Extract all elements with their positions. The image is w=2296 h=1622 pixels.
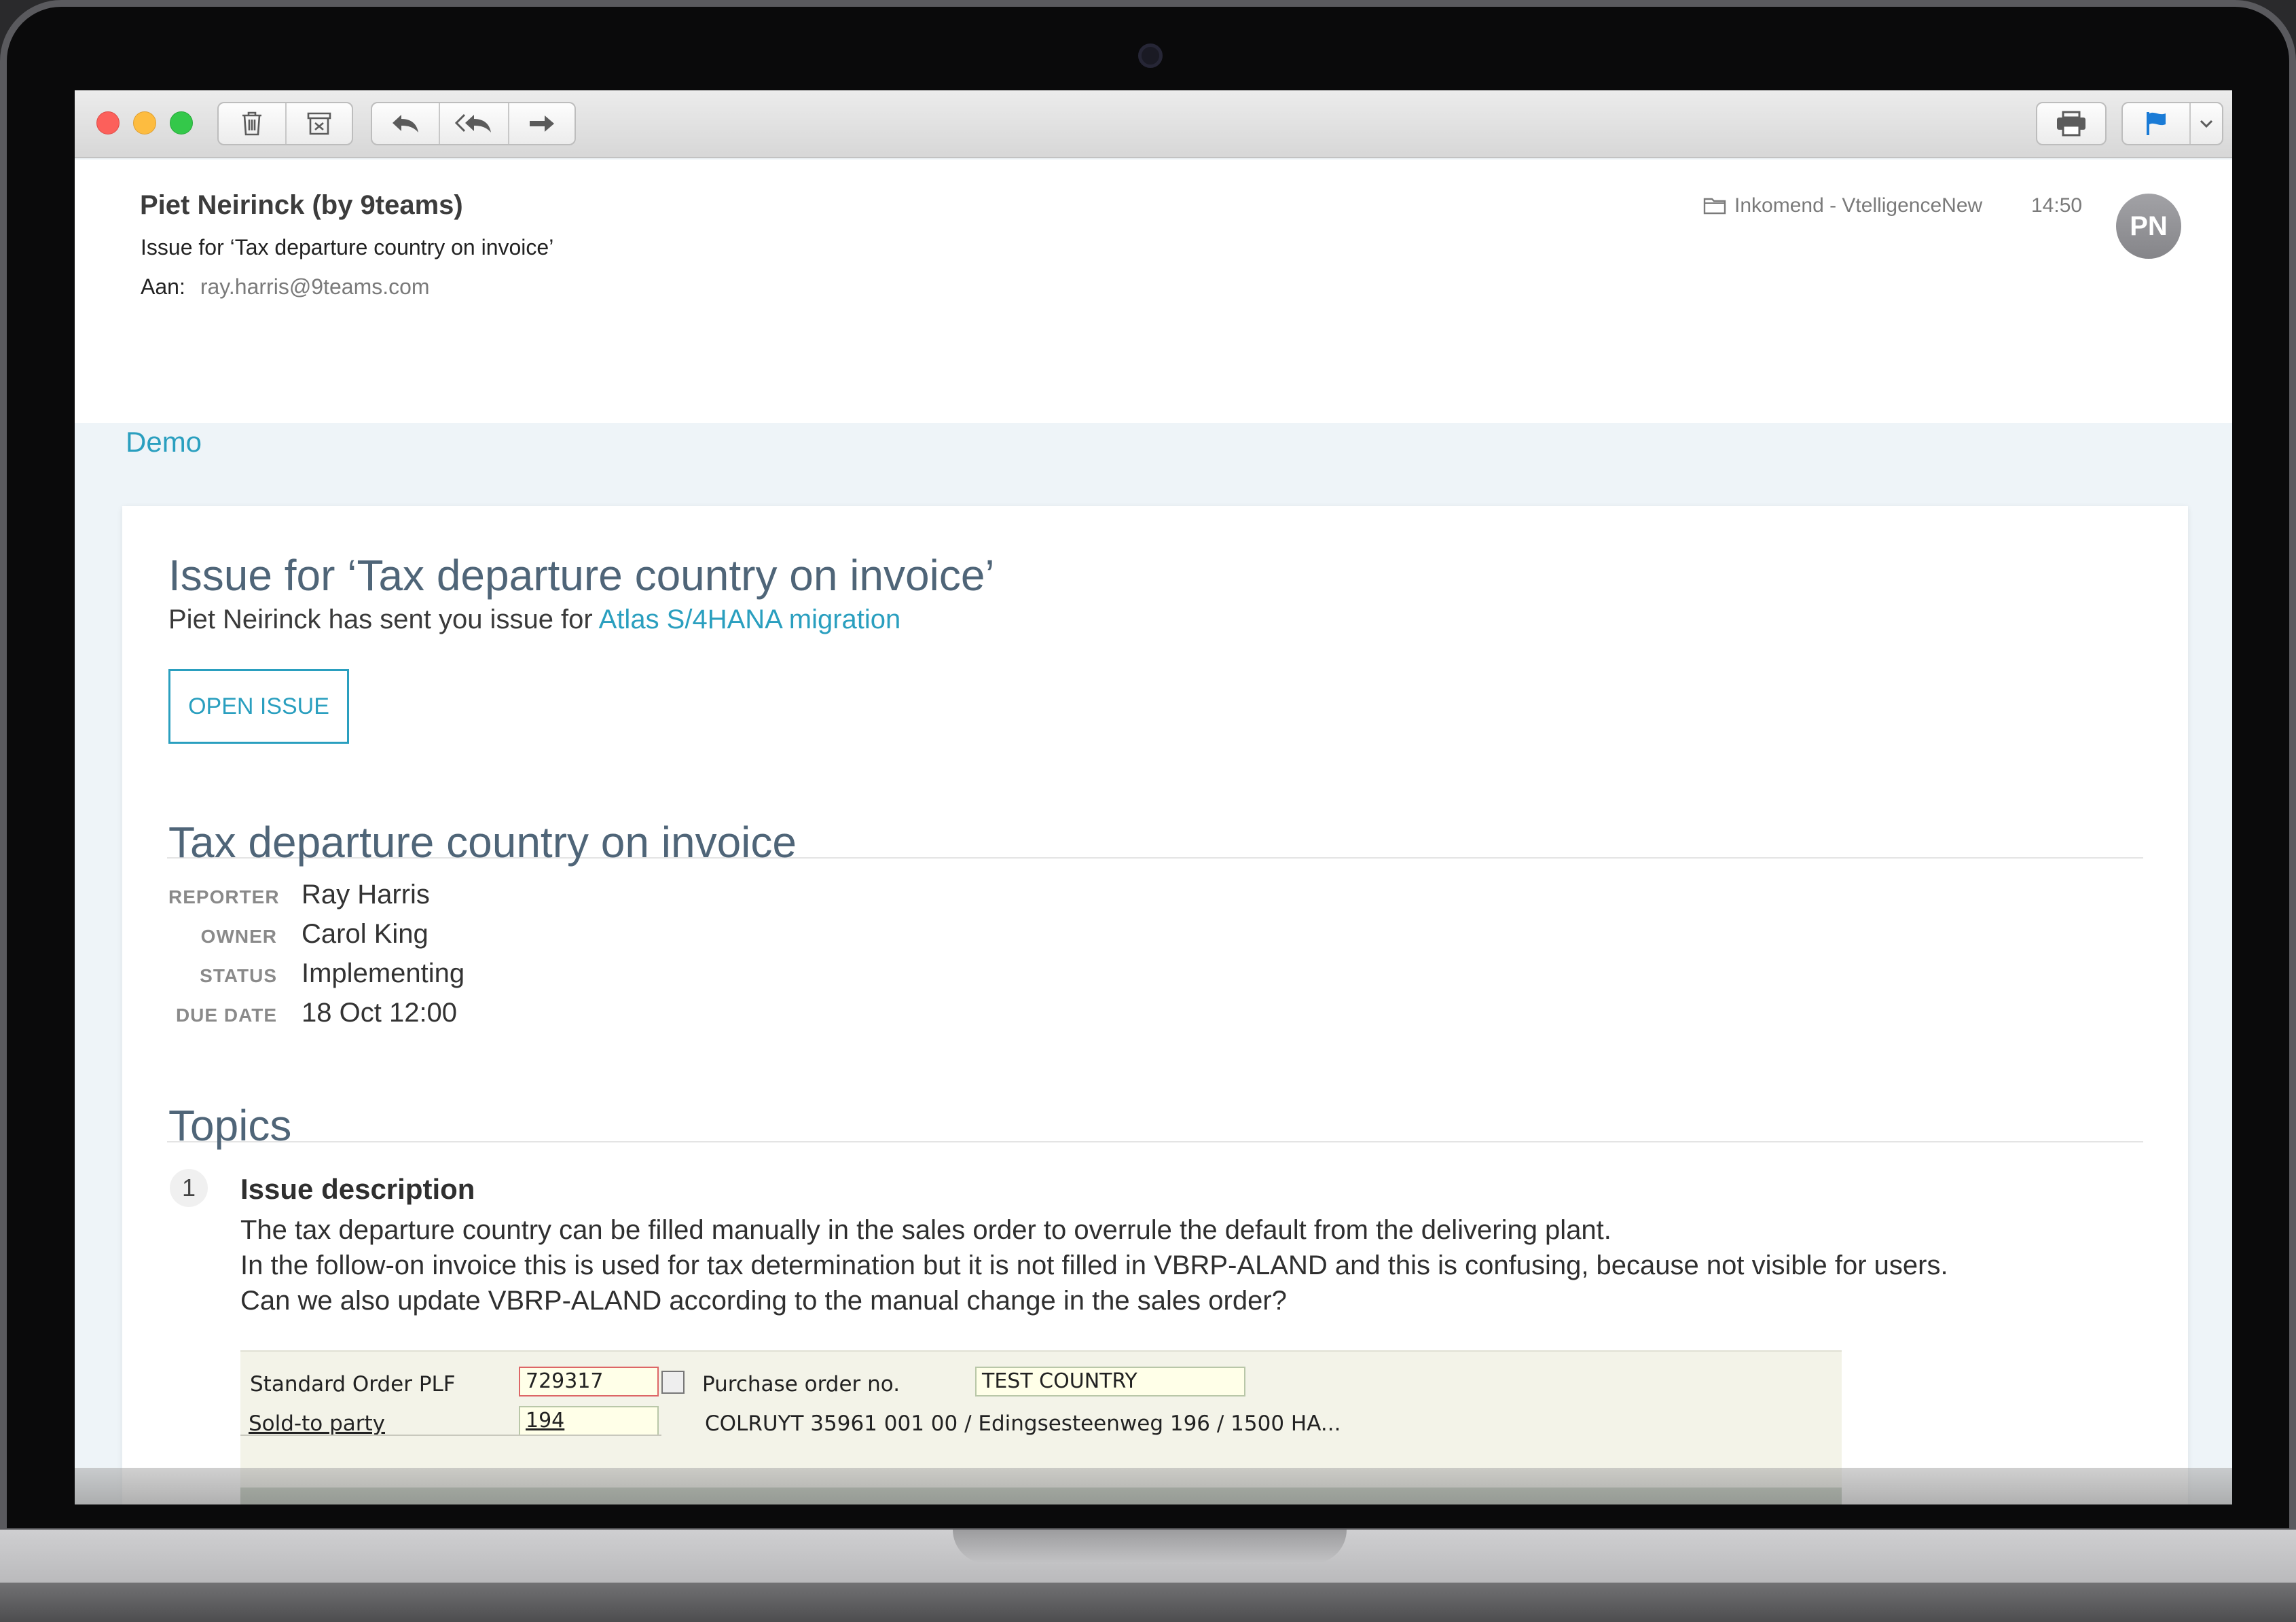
print-button[interactable]: [2037, 103, 2105, 144]
brand-label[interactable]: Demo: [126, 426, 202, 458]
sap-po-field: TEST COUNTRY: [975, 1367, 1245, 1396]
topic-line: Can we also update VBRP-ALAND according …: [240, 1286, 1287, 1316]
sap-order-field: 729317: [519, 1367, 659, 1396]
laptop-base-lip: [0, 1583, 2296, 1622]
toolbar: [75, 90, 2232, 158]
divider: [167, 1141, 2143, 1142]
topic-line: The tax departure country can be filled …: [240, 1215, 1611, 1245]
archive-icon: [307, 112, 331, 135]
topic-line: In the follow-on invoice this is used fo…: [240, 1250, 1948, 1280]
delete-button[interactable]: [219, 103, 285, 144]
topic-heading: Issue description: [240, 1173, 475, 1205]
card-subtitle: Piet Neirinck has sent you issue for Atl…: [168, 605, 900, 635]
meta-row-status: STATUS Implementing: [168, 958, 464, 998]
sap-soldto-description: COLRUYT 35961 001 00 / Edingsesteenweg 1…: [705, 1411, 1341, 1436]
meta-row-reporter: REPORTER Ray Harris: [168, 880, 464, 919]
forward-icon: [530, 115, 554, 132]
sap-soldto-field: 194: [519, 1406, 659, 1436]
meta-key: OWNER: [200, 926, 277, 947]
archive-button[interactable]: [285, 103, 352, 144]
sap-soldto-label: Sold-to party: [249, 1411, 386, 1436]
meta-value: Ray Harris: [302, 880, 430, 909]
issue-title: Tax departure country on invoice: [168, 818, 797, 867]
reply-all-button[interactable]: [439, 103, 508, 144]
topic-number: 1: [170, 1169, 208, 1207]
folder-label[interactable]: Inkomend - VtelligenceNew: [1703, 194, 1982, 217]
sender-name[interactable]: Piet Neirinck (by 9teams): [140, 190, 463, 221]
sap-order-label: Standard Order PLF: [250, 1372, 456, 1396]
folder-icon: [1703, 198, 1726, 215]
recipient-label: Aan:: [141, 274, 185, 299]
meta-key: REPORTER: [168, 886, 280, 907]
print-group: [2036, 102, 2107, 145]
sap-divider: [240, 1435, 661, 1436]
reply-icon: [393, 115, 418, 132]
close-window-button[interactable]: [96, 111, 120, 134]
flag-group: [2121, 102, 2223, 145]
folder-name: Inkomend - VtelligenceNew: [1734, 194, 1983, 217]
issue-meta: REPORTER Ray Harris OWNER Carol King STA…: [168, 880, 464, 1037]
card-subtitle-text: Piet Neirinck has sent you issue for: [168, 605, 599, 634]
project-link[interactable]: Atlas S/4HANA migration: [599, 605, 901, 634]
meta-value: Carol King: [302, 919, 429, 949]
meta-value: 18 Oct 12:00: [302, 998, 458, 1028]
mail-header: Piet Neirinck (by 9teams) Issue for ‘Tax…: [75, 160, 2232, 423]
flag-button[interactable]: [2123, 103, 2189, 144]
camera-icon: [1138, 43, 1163, 68]
meta-key: DUE DATE: [175, 1005, 277, 1026]
sap-po-label: Purchase order no.: [702, 1372, 900, 1396]
chevron-down-icon: [2200, 120, 2213, 128]
subject-line: Issue for ‘Tax departure country on invo…: [141, 235, 554, 259]
delete-archive-group: [217, 102, 353, 145]
topics-title: Topics: [168, 1101, 292, 1150]
laptop-notch: [953, 1530, 1347, 1564]
maximize-window-button[interactable]: [170, 111, 193, 134]
minimize-window-button[interactable]: [133, 111, 156, 134]
meta-key: STATUS: [200, 965, 277, 986]
topic-description: The tax departure country can be filled …: [240, 1212, 2142, 1318]
forward-button[interactable]: [508, 103, 575, 144]
open-issue-button[interactable]: OPEN ISSUE: [168, 669, 349, 744]
card-title: Issue for ‘Tax departure country on invo…: [168, 551, 995, 600]
meta-row-owner: OWNER Carol King: [168, 919, 464, 958]
received-time: 14:50: [2031, 194, 2083, 217]
reply-button[interactable]: [372, 103, 439, 144]
meta-value: Implementing: [302, 958, 465, 988]
copy-icon: [661, 1371, 685, 1394]
recipient-row: Aan: ray.harris@9teams.com: [141, 274, 430, 300]
reply-group: [371, 102, 576, 145]
issue-card: Issue for ‘Tax departure country on invo…: [122, 506, 2188, 1504]
avatar[interactable]: PN: [2116, 194, 2181, 259]
flag-icon: [2147, 112, 2166, 135]
recipient-address[interactable]: ray.harris@9teams.com: [200, 274, 430, 300]
printer-icon: [2057, 111, 2085, 137]
flag-dropdown-button[interactable]: [2189, 103, 2222, 144]
reply-all-icon: [455, 113, 491, 132]
meta-row-due-date: DUE DATE 18 Oct 12:00: [168, 998, 464, 1037]
mail-window: Piet Neirinck (by 9teams) Issue for ‘Tax…: [75, 90, 2232, 1504]
window-bottom-edge: [75, 1468, 2232, 1504]
trash-icon: [242, 111, 261, 136]
